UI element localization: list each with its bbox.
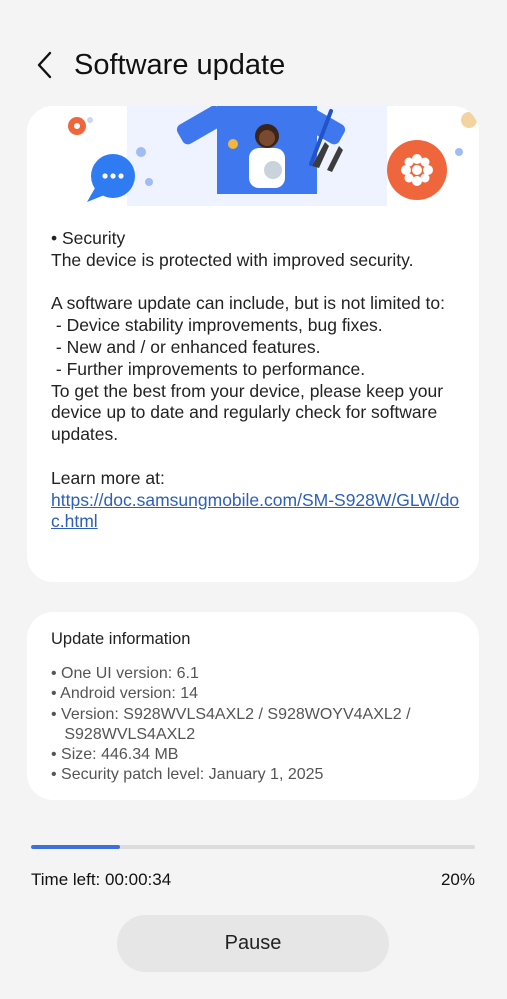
update-information-card: Update information • One UI version: 6.1… bbox=[27, 612, 479, 800]
info-item-one-ui: • One UI version: 6.1 bbox=[51, 665, 199, 682]
pause-button[interactable]: Pause bbox=[117, 915, 389, 972]
progress-percent: 20% bbox=[440, 870, 475, 889]
info-item-version: • Version: S928WVLS4AXL2 / S928WOYV4AXL2… bbox=[51, 705, 411, 743]
learn-more-label: Learn more at: bbox=[51, 467, 165, 488]
info-item-android: • Android version: 14 bbox=[51, 685, 199, 703]
chevron-left-icon bbox=[37, 51, 52, 79]
notes-line-security: • Security bbox=[51, 228, 126, 248]
info-item-size: • Size: 446.34 MB bbox=[51, 746, 179, 764]
time-left-text: Time left: 00:00:34 bbox=[31, 870, 172, 889]
notes-line: - New and / or enhanced features. bbox=[51, 336, 321, 357]
update-banner-illustration bbox=[27, 106, 479, 206]
notes-line: The device is protected with improved se… bbox=[51, 249, 414, 270]
download-progress-bar bbox=[31, 845, 475, 849]
back-button[interactable] bbox=[30, 45, 60, 85]
learn-more-link[interactable]: https://doc.samsungmobile.com/SM-S928W/G… bbox=[51, 490, 461, 534]
header: Software update bbox=[0, 38, 507, 92]
update-information-list: • One UI version: 6.1 • Android version:… bbox=[51, 664, 461, 786]
notes-line: - Device stability improvements, bug fix… bbox=[51, 315, 383, 336]
update-information-title: Update information bbox=[51, 630, 191, 648]
notes-line: To get the best from your device, please… bbox=[51, 380, 448, 445]
release-notes-text: • Security The device is protected with … bbox=[51, 228, 461, 533]
notes-line: - Further improvements to performance. bbox=[51, 358, 366, 379]
page-title: Software update bbox=[74, 48, 286, 81]
progress-fill bbox=[31, 845, 120, 849]
notes-line: A software update can include, but is no… bbox=[51, 293, 445, 314]
release-notes-card: • Security The device is protected with … bbox=[27, 106, 479, 582]
info-item-security-patch: • Security patch level: January 1, 2025 bbox=[51, 766, 324, 784]
